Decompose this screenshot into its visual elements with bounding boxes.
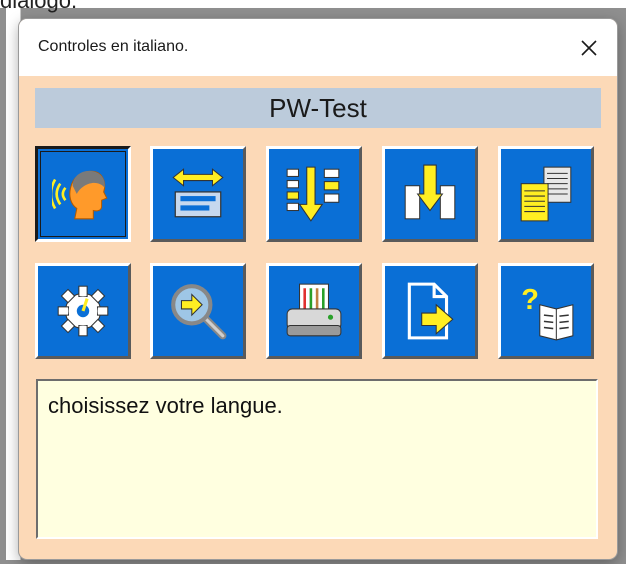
export-button[interactable]	[382, 263, 478, 359]
message-box: choisissez votre langue.	[36, 379, 598, 539]
search-button[interactable]	[150, 263, 246, 359]
printer-icon	[286, 283, 342, 337]
close-icon	[581, 39, 597, 56]
print-button[interactable]	[266, 263, 362, 359]
svg-text:?: ?	[521, 284, 539, 316]
background-text-fragment: dialogo.	[0, 0, 78, 13]
horizontal-arrows-icon	[172, 168, 224, 218]
export-file-icon	[407, 282, 454, 340]
insert-button[interactable]	[382, 146, 478, 242]
language-dialog: Controles en italiano. PW-Test ? choisis…	[19, 19, 617, 559]
vertical-sort-icon	[286, 166, 340, 222]
documents-icon	[520, 166, 572, 222]
settings-button[interactable]	[35, 263, 131, 359]
insert-down-icon	[404, 164, 456, 220]
documents-button[interactable]	[498, 146, 594, 242]
close-button[interactable]	[561, 19, 617, 76]
sort-button[interactable]	[266, 146, 362, 242]
gear-icon	[57, 285, 109, 337]
header-bar: PW-Test	[35, 88, 601, 128]
help-book-icon: ?	[521, 284, 574, 341]
dialog-title: Controles en italiano.	[38, 38, 189, 55]
help-button[interactable]: ?	[498, 263, 594, 359]
speech-head-icon	[52, 170, 108, 220]
dialog-titlebar: Controles en italiano.	[19, 19, 617, 76]
voice-button[interactable]	[35, 146, 131, 242]
magnifier-icon	[171, 284, 227, 340]
align-button[interactable]	[150, 146, 246, 242]
